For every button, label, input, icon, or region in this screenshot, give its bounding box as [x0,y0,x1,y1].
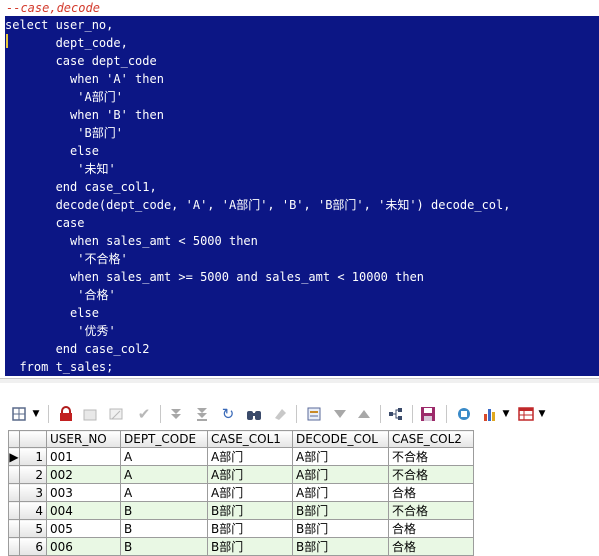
column-header[interactable]: DECODE_COL [292,430,389,448]
table-cell[interactable]: A部门 [292,465,389,484]
splitter[interactable] [0,378,599,383]
table-cell[interactable]: B部门 [207,519,293,538]
column-header[interactable]: CASE_COL1 [207,430,293,448]
table-cell[interactable]: B部门 [207,537,293,556]
table-cell[interactable]: 006 [46,537,121,556]
table-cell[interactable]: B部门 [292,519,389,538]
result-toolbar: ▼ ✔ ↻ ▼ ▼ [0,400,599,428]
query-by-example-icon[interactable] [304,404,324,424]
row-number: 6 [19,537,47,556]
table-cell[interactable]: A部门 [292,483,389,502]
chart-icon[interactable] [480,404,500,424]
column-header[interactable]: DEPT_CODE [120,430,208,448]
fetch-last-page-icon[interactable] [192,404,212,424]
table-row[interactable]: 5 005 B B部门 B部门 合格 [8,519,474,538]
selected-sql-block[interactable]: select user_no, dept_code, case dept_cod… [5,16,599,376]
tree-view-icon[interactable] [386,404,406,424]
sql-line: '优秀' [5,324,116,338]
table-cell[interactable]: B [120,519,208,538]
sql-comment: --case,decode [6,1,100,15]
sort-desc-icon[interactable] [330,404,350,424]
table-row[interactable]: 2 002 A A部门 A部门 不合格 [8,465,474,484]
table-cell[interactable]: A [120,483,208,502]
table-cell[interactable]: A部门 [207,465,293,484]
grid-options-icon[interactable] [10,404,28,424]
lock-icon[interactable] [56,404,76,424]
sql-line: else [5,144,99,158]
table-cell[interactable]: 001 [46,447,121,466]
save-icon[interactable] [418,404,438,424]
table-row[interactable]: 4 004 B B部门 B部门 不合格 [8,501,474,520]
post-record-icon[interactable]: ✔ [134,404,154,424]
chart-dropdown-icon[interactable]: ▼ [500,404,512,424]
row-number: 3 [19,483,47,502]
sql-line: select user_no, [5,18,114,32]
table-cell[interactable]: 005 [46,519,121,538]
sql-line: else [5,306,99,320]
row-number: 4 [19,501,47,520]
sql-line: from t_sales; [5,360,114,374]
table-cell[interactable]: 合格 [388,483,474,502]
row-number-header [19,430,47,448]
sql-line: decode(dept_code, 'A', 'A部门', 'B', 'B部门'… [5,198,511,212]
row-number: 1 [19,447,47,466]
table-cell[interactable]: 不合格 [388,501,474,520]
table-cell[interactable]: 004 [46,501,121,520]
table-row[interactable]: ▶ 1 001 A A部门 A部门 不合格 [8,447,474,466]
sql-line: case [5,216,85,230]
table-view-icon[interactable] [516,404,536,424]
grid-corner [8,430,20,448]
column-header[interactable]: USER_NO [46,430,121,448]
fetch-next-page-icon[interactable] [166,404,186,424]
refresh-icon[interactable]: ↻ [218,404,238,424]
result-grid[interactable]: USER_NO DEPT_CODE CASE_COL1 DECODE_COL C… [8,430,474,556]
sql-line: end case_col2 [5,342,150,356]
sql-line: when sales_amt >= 5000 and sales_amt < 1… [5,270,425,284]
row-number: 2 [19,465,47,484]
table-cell[interactable]: B [120,501,208,520]
row-number: 5 [19,519,47,538]
find-icon[interactable] [244,404,264,424]
dropdown-arrow-icon[interactable]: ▼ [30,404,42,424]
table-row[interactable]: 6 006 B B部门 B部门 合格 [8,537,474,556]
sql-line: end case_col1, [5,180,157,194]
table-dropdown-icon[interactable]: ▼ [536,404,548,424]
sql-line: '不合格' [5,252,128,266]
table-cell[interactable]: B [120,537,208,556]
sql-line: '合格' [5,288,116,302]
sql-line: when 'A' then [5,72,164,86]
table-cell[interactable]: A部门 [207,483,293,502]
sql-line: when sales_amt < 5000 then [5,234,258,248]
export-icon[interactable] [454,404,474,424]
table-cell[interactable]: 003 [46,483,121,502]
sql-line: dept_code, [5,36,128,50]
table-cell[interactable]: 不合格 [388,465,474,484]
sql-line: 'A部门' [5,90,123,104]
table-cell[interactable]: B部门 [207,501,293,520]
table-cell[interactable]: B部门 [292,501,389,520]
table-row[interactable]: 3 003 A A部门 A部门 合格 [8,483,474,502]
current-row-indicator-icon: ▶ [8,447,20,466]
column-header[interactable]: CASE_COL2 [388,430,474,448]
delete-record-icon[interactable] [106,404,126,424]
sql-line: '未知' [5,162,116,176]
sort-asc-icon[interactable] [354,404,374,424]
clear-icon[interactable] [270,404,290,424]
table-cell[interactable]: 合格 [388,537,474,556]
sql-line: 'B部门' [5,126,123,140]
sql-editor[interactable]: --case,decode select user_no, dept_code,… [0,0,599,380]
table-cell[interactable]: A部门 [207,447,293,466]
sql-line: case dept_code [5,54,157,68]
sql-line: when 'B' then [5,108,164,122]
table-cell[interactable]: 002 [46,465,121,484]
insert-record-icon[interactable] [80,404,100,424]
table-cell[interactable]: A [120,465,208,484]
table-cell[interactable]: 合格 [388,519,474,538]
table-cell[interactable]: A [120,447,208,466]
table-cell[interactable]: 不合格 [388,447,474,466]
table-cell[interactable]: B部门 [292,537,389,556]
table-cell[interactable]: A部门 [292,447,389,466]
